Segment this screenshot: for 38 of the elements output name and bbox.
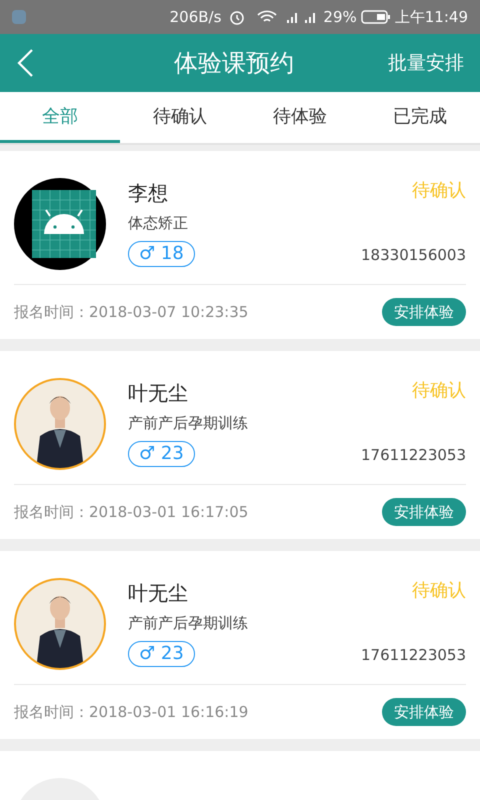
arrange-trial-button[interactable]: 安排体验 [382,298,466,326]
gender-age-tag: ♂ 18 [128,240,195,266]
phone-number: 17611223053 [361,445,466,466]
status-label: 待确认 [412,579,466,603]
gender-age-tag: ♂ 23 [128,440,195,466]
page-title: 体验课预约 [173,48,295,79]
member-name: 叶无尘 [128,580,188,607]
clock: 上午11:49 [394,6,468,28]
tab[interactable]: 待体验 [240,92,360,143]
android-avatar-icon [14,178,106,270]
arrange-trial-button[interactable]: 安排体验 [382,698,466,726]
signup-time: 报名时间：2018-03-07 10:23:35 [14,302,248,323]
alarm-icon [229,9,246,25]
battery-percent: 29% [323,6,357,28]
status-label: 待确认 [412,379,466,403]
signup-time: 报名时间：2018-03-01 16:16:19 [14,702,248,723]
batch-arrange-button[interactable]: 批量安排 [388,48,464,78]
signup-time: 报名时间：2018-03-01 16:17:05 [14,502,248,523]
member-name: 叶无尘 [128,380,188,407]
wifi-icon [257,10,278,24]
booking-card[interactable]: 李想 待确认 体态矫正 ♂ 18 18330156003 报名时间：2018-03-07 10:23:35 安排体验 [0,151,480,339]
phone-number: 17611223053 [361,645,466,666]
tab[interactable]: 已完成 [360,92,480,143]
tab[interactable]: 全部 [0,92,120,143]
tab[interactable]: 待确认 [120,92,240,143]
phone-number: 18330156003 [361,245,466,266]
gender-age-tag: ♂ 23 [128,640,195,666]
network-speed: 206B/s [170,6,222,28]
battery-icon [360,10,391,24]
status-label: 待确认 [412,179,466,203]
booking-card[interactable]: 叶无尘 待确认 产前产后孕期训练 ♂ 23 17611223053 报名时间：2018-03-01 16:16:19 安排体验 [0,551,480,739]
booking-card[interactable]: 叶无尘 待确认 产前产后孕期训练 ♂ 23 17611223053 报名时间：2018-03-01 16:17:05 安排体验 [0,351,480,539]
member-name: 李想 [128,180,168,207]
notification-icon [12,10,26,24]
course-name: 产前产后孕期训练 [128,613,248,634]
course-name: 产前产后孕期训练 [128,413,248,434]
arrange-trial-button[interactable]: 安排体验 [382,498,466,526]
course-name: 体态矫正 [128,213,188,234]
